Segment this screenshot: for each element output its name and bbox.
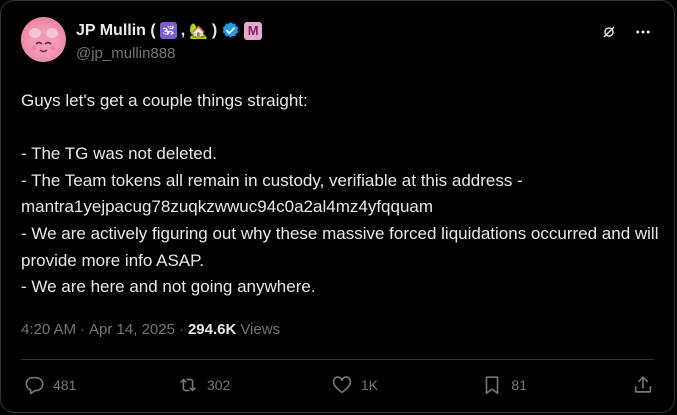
share-button[interactable] bbox=[632, 374, 654, 396]
share-icon bbox=[634, 376, 652, 393]
bookmark-count: 81 bbox=[511, 377, 527, 393]
post-text: Guys let's get a couple things straight:… bbox=[21, 91, 659, 297]
meta-dot: · bbox=[178, 321, 184, 338]
repost-count: 302 bbox=[206, 377, 231, 393]
verified-badge-icon[interactable] bbox=[221, 21, 240, 40]
affiliate-badge-icon[interactable]: M bbox=[244, 21, 263, 40]
author-name[interactable]: JP Mullin ( bbox=[76, 22, 156, 40]
like-count: 1K bbox=[360, 377, 378, 393]
bookmark-button[interactable]: 81 bbox=[481, 374, 531, 396]
name-close-paren: ) bbox=[211, 21, 218, 39]
heart-icon bbox=[332, 376, 351, 394]
divider bbox=[21, 359, 654, 360]
grok-icon[interactable] bbox=[602, 25, 616, 44]
author-handle[interactable]: @jp_mullin888 bbox=[76, 45, 175, 62]
name-separator: , bbox=[180, 21, 186, 39]
views-label: Views bbox=[240, 321, 281, 338]
top-actions bbox=[602, 23, 652, 46]
om-emoji-icon: 🕉 bbox=[159, 22, 177, 39]
like-button[interactable]: 1K bbox=[331, 374, 381, 396]
tweet-card: JP Mullin ( 🕉 , 🏡 ) M @jp_mullin888 Guys… bbox=[0, 0, 675, 413]
reply-icon bbox=[25, 376, 44, 395]
avatar[interactable] bbox=[21, 17, 66, 62]
meta-dot: · bbox=[80, 321, 86, 338]
reply-count: 481 bbox=[53, 377, 77, 393]
repost-icon bbox=[180, 378, 196, 392]
house-emoji-icon: 🏡 bbox=[189, 22, 208, 40]
views-count[interactable]: 294.6K bbox=[188, 321, 236, 338]
more-icon[interactable] bbox=[634, 23, 652, 46]
post-date[interactable]: Apr 14, 2025 bbox=[89, 321, 175, 338]
author-name-row[interactable]: JP Mullin ( 🕉 , 🏡 ) M bbox=[76, 21, 263, 40]
action-bar: 481 302 1K 81 bbox=[23, 374, 654, 396]
post-meta: 4:20 AM · Apr 14, 2025 · 294.6K Views bbox=[21, 321, 280, 338]
post-time[interactable]: 4:20 AM bbox=[21, 321, 76, 338]
bookmark-icon bbox=[486, 376, 499, 395]
repost-button[interactable]: 302 bbox=[177, 374, 230, 396]
reply-button[interactable]: 481 bbox=[23, 374, 76, 396]
